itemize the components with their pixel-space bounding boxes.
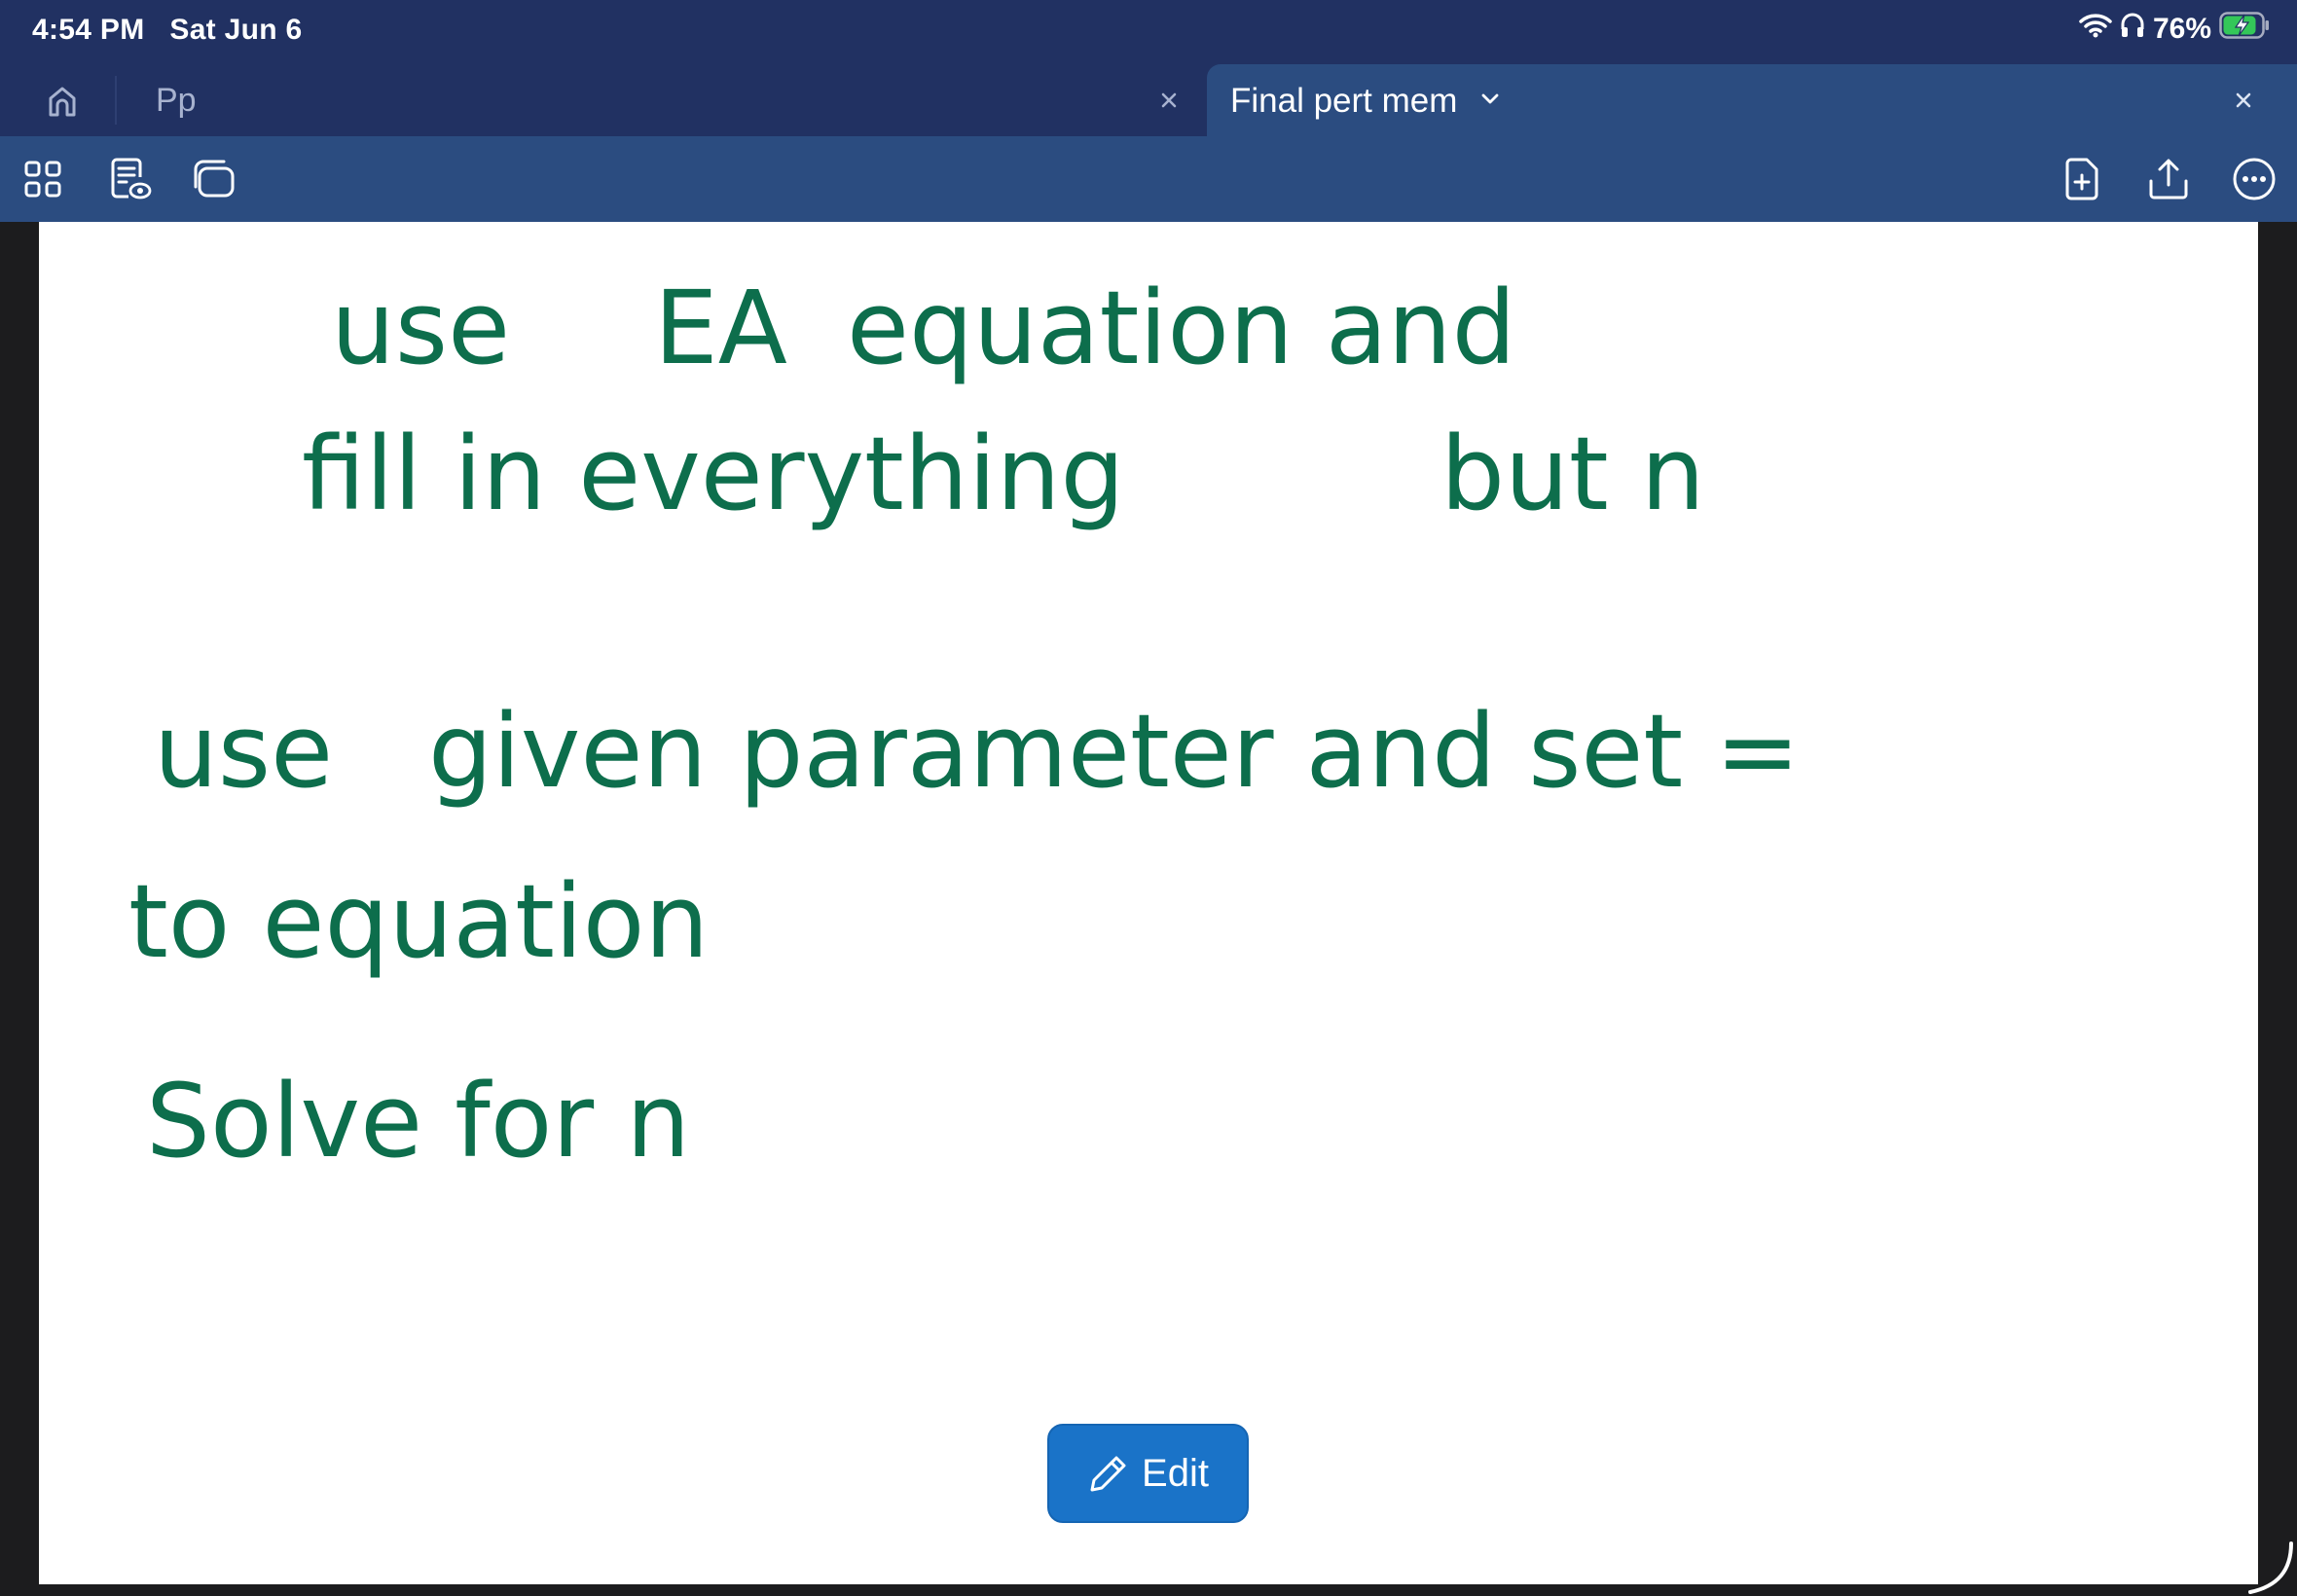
handwriting-line: but n [1440,415,1705,533]
tab-final-pert-mem-label: Final pert mem [1230,82,1458,120]
new-page-icon [2065,158,2098,200]
status-time: 4:54 PM [32,14,145,46]
home-icon [49,87,76,117]
edit-button[interactable]: Edit [1047,1424,1249,1523]
handwriting-line: fill in everything [302,415,1125,533]
share-button[interactable] [2145,156,2192,202]
home-button[interactable] [43,82,82,121]
document-view-icon [111,158,152,200]
handwriting-line: use [154,692,333,811]
status-indicators: 76% [2079,12,2270,47]
windows-button[interactable] [191,156,237,202]
status-date: Sat Jun 6 [169,14,303,46]
tab-pp[interactable]: Pp [117,64,1205,136]
more-options-button[interactable] [2231,156,2278,202]
chevron-down-icon[interactable] [1479,90,1501,114]
page-grid-button[interactable] [19,156,66,202]
note-page[interactable]: use EA equation and fill in everything b… [39,222,2258,1584]
edit-button-label: Edit [1142,1451,1209,1495]
battery-charging-icon [2219,12,2270,47]
battery-percent: 76% [2152,13,2211,45]
handwriting-line: equation and [847,269,1516,387]
close-icon [1161,92,1177,108]
handwriting-line: given parameter and set = [428,692,1800,811]
tab-final-pert-mem[interactable]: Final pert mem [1207,64,2297,136]
read-only-mode-button[interactable] [105,156,152,202]
toolbar [0,136,2297,222]
page-curl-icon [2239,1538,2297,1596]
tab-pp-close-button[interactable] [1152,84,1185,117]
headphones-icon [2120,12,2145,47]
tab-pp-label: Pp [156,82,197,119]
handwriting-canvas: use EA equation and fill in everything b… [128,269,1800,1180]
wifi-icon [2079,13,2112,46]
tab-bar: Pp Final pert mem [0,64,2297,136]
status-time-date: 4:54 PM Sat Jun 6 [32,14,302,47]
grid-view-icon [24,161,61,198]
more-icon [2233,158,2276,200]
close-icon [2236,92,2251,108]
screen: 4:54 PM Sat Jun 6 76% Pp Final pert mem … [0,0,2297,1596]
share-icon [2149,159,2188,200]
handwriting-line: EA [654,269,787,387]
new-page-button[interactable] [2060,156,2106,202]
tab-final-pert-mem-close-button[interactable] [2227,84,2260,117]
pencil-icon [1090,1456,1126,1492]
status-bar: 4:54 PM Sat Jun 6 76% [0,0,2297,64]
handwriting-line: to equation [128,862,709,981]
windows-icon [194,160,235,198]
handwriting-line: use [331,269,510,387]
handwriting-line: Solve for n [146,1062,690,1180]
